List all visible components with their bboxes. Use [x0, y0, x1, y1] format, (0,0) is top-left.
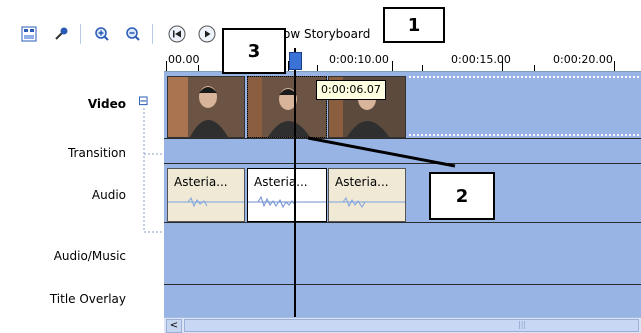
scroll-thumb[interactable]: |||: [184, 319, 639, 332]
ruler-tick-label: 0:00:20.00: [553, 53, 613, 66]
track-divider: [164, 222, 641, 223]
playhead-time-tooltip: 0:00:06.07: [316, 80, 386, 100]
playhead-line[interactable]: [294, 48, 296, 332]
audio-clip[interactable]: Asteria...: [328, 168, 406, 222]
title-overlay-track-label: Title Overlay: [49, 292, 126, 306]
ruler-tick: [166, 61, 167, 71]
video-clip-selected[interactable]: [247, 76, 327, 138]
audio-clip[interactable]: Asteria...: [167, 168, 245, 222]
playhead-handle[interactable]: [289, 52, 302, 70]
rewind-icon[interactable]: [168, 25, 186, 43]
track-divider: [164, 284, 641, 285]
audio-clip-name: Asteria...: [335, 175, 389, 189]
zoom-out-icon[interactable]: [124, 25, 142, 43]
audio-clip-name: Asteria...: [174, 175, 228, 189]
timeline-toolbar: ow Storyboard: [0, 0, 641, 50]
zoom-in-icon[interactable]: [93, 25, 111, 43]
ruler-tick: [614, 61, 615, 71]
scroll-left-arrow[interactable]: <: [166, 319, 182, 333]
ruler-tick-label: 0:00:10.00: [329, 53, 389, 66]
ruler-tick: [422, 65, 423, 71]
audio-track-label: Audio: [91, 188, 126, 202]
timeline-tracks: 0:00:06.07 Asteria... Asteria... Asteria…: [164, 72, 641, 317]
callout-3: 3: [222, 28, 286, 74]
collapse-video-icon[interactable]: ⊟: [138, 94, 149, 109]
audio-clip-selected[interactable]: Asteria...: [247, 168, 327, 222]
callout-1: 1: [383, 7, 445, 43]
toolbar-separator: [152, 24, 153, 44]
track-tree-connector: [143, 108, 164, 233]
storyboard-view-icon[interactable]: [20, 25, 38, 43]
toolbar-separator: [80, 24, 81, 44]
audio-clip-name: Asteria...: [254, 175, 308, 189]
callout-2: 2: [429, 172, 495, 220]
callout-pointer-line: [307, 136, 456, 168]
video-track-label: Video: [87, 97, 126, 111]
ruler-tick: [534, 65, 535, 71]
scroll-grip: |||: [518, 320, 527, 329]
ruler-tick-label: 00.00: [168, 53, 200, 66]
ruler-tick: [392, 61, 393, 71]
ruler-tick: [317, 65, 318, 71]
horizontal-scrollbar[interactable]: < |||: [164, 317, 641, 333]
video-track-drop-area[interactable]: [409, 76, 639, 136]
ruler-tick: [198, 65, 199, 71]
track-labels-column: Video ⊟ Transition Audio Audio/Music Tit…: [0, 72, 164, 332]
audio-music-track-label: Audio/Music: [53, 249, 126, 263]
transition-track-label: Transition: [67, 146, 126, 160]
show-storyboard-link[interactable]: ow Storyboard: [283, 27, 370, 41]
ruler-tick: [502, 61, 503, 71]
play-icon[interactable]: [198, 25, 216, 43]
video-clip[interactable]: [167, 76, 245, 138]
set-audio-levels-icon[interactable]: [52, 25, 70, 43]
